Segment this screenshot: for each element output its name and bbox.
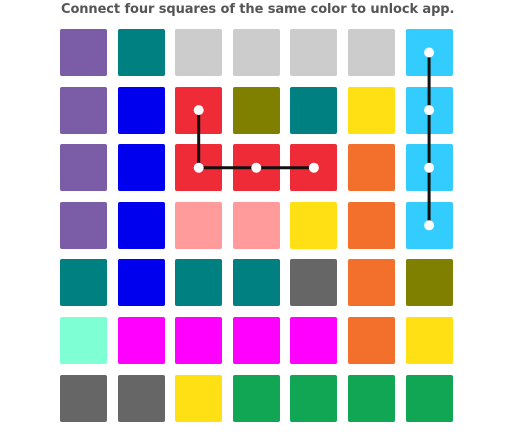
tile-skyblue-r1c7[interactable] bbox=[405, 29, 453, 76]
tile-teal-r1c2[interactable] bbox=[117, 29, 165, 76]
tile-darkgray-r5c5[interactable] bbox=[290, 259, 338, 307]
tile-purple-r3c1[interactable] bbox=[60, 144, 107, 192]
tile-pink-r4c3[interactable] bbox=[175, 201, 223, 249]
tile-green-r7c6[interactable] bbox=[348, 374, 395, 422]
tile-yellow-r2c6[interactable] bbox=[348, 86, 395, 134]
tile-purple-r1c1[interactable] bbox=[60, 29, 107, 76]
tile-skyblue-r3c7[interactable] bbox=[405, 144, 453, 192]
tile-teal-r2c5[interactable] bbox=[290, 86, 338, 134]
tile-blue-r5c2[interactable] bbox=[117, 259, 165, 307]
tile-teal-r5c1[interactable] bbox=[60, 259, 107, 307]
tile-magenta-r6c2[interactable] bbox=[117, 317, 165, 364]
tile-blue-r3c2[interactable] bbox=[117, 144, 165, 192]
tile-red-r3c3[interactable] bbox=[175, 144, 223, 192]
tile-orange-r4c6[interactable] bbox=[348, 201, 395, 249]
tile-olive-r5c7[interactable] bbox=[405, 259, 453, 307]
tile-lightgray-r1c3[interactable] bbox=[175, 29, 223, 76]
tile-orange-r5c6[interactable] bbox=[348, 259, 395, 307]
tile-yellow-r7c3[interactable] bbox=[175, 374, 223, 422]
tile-green-r7c4[interactable] bbox=[232, 374, 280, 422]
tile-teal-r5c4[interactable] bbox=[232, 259, 280, 307]
tile-orange-r6c6[interactable] bbox=[348, 317, 395, 364]
tile-green-r7c7[interactable] bbox=[405, 374, 453, 422]
tile-green-r7c5[interactable] bbox=[290, 374, 338, 422]
tile-skyblue-r2c7[interactable] bbox=[405, 86, 453, 134]
tile-magenta-r6c5[interactable] bbox=[290, 317, 338, 364]
tile-teal-r5c3[interactable] bbox=[175, 259, 223, 307]
tile-blue-r4c2[interactable] bbox=[117, 201, 165, 249]
tile-mint-r6c1[interactable] bbox=[60, 317, 107, 364]
tile-darkgray-r7c2[interactable] bbox=[117, 374, 165, 422]
instruction-text: Connect four squares of the same color t… bbox=[61, 2, 455, 17]
tile-red-r2c3[interactable] bbox=[175, 86, 223, 134]
tile-purple-r2c1[interactable] bbox=[60, 86, 107, 134]
tile-olive-r2c4[interactable] bbox=[232, 86, 280, 134]
tile-lightgray-r1c4[interactable] bbox=[232, 29, 280, 76]
tile-orange-r3c6[interactable] bbox=[348, 144, 395, 192]
tile-blue-r2c2[interactable] bbox=[117, 86, 165, 134]
tile-purple-r4c1[interactable] bbox=[60, 201, 107, 249]
tile-darkgray-r7c1[interactable] bbox=[60, 374, 107, 422]
tile-skyblue-r4c7[interactable] bbox=[405, 201, 453, 249]
tile-pink-r4c4[interactable] bbox=[232, 201, 280, 249]
tile-yellow-r4c5[interactable] bbox=[290, 201, 338, 249]
tile-magenta-r6c4[interactable] bbox=[232, 317, 280, 364]
tile-yellow-r6c7[interactable] bbox=[405, 317, 453, 364]
tile-lightgray-r1c5[interactable] bbox=[290, 29, 338, 76]
tile-magenta-r6c3[interactable] bbox=[175, 317, 223, 364]
tile-red-r3c5[interactable] bbox=[290, 144, 338, 192]
tile-red-r3c4[interactable] bbox=[232, 144, 280, 192]
color-grid bbox=[60, 29, 453, 422]
tile-lightgray-r1c6[interactable] bbox=[348, 29, 395, 76]
